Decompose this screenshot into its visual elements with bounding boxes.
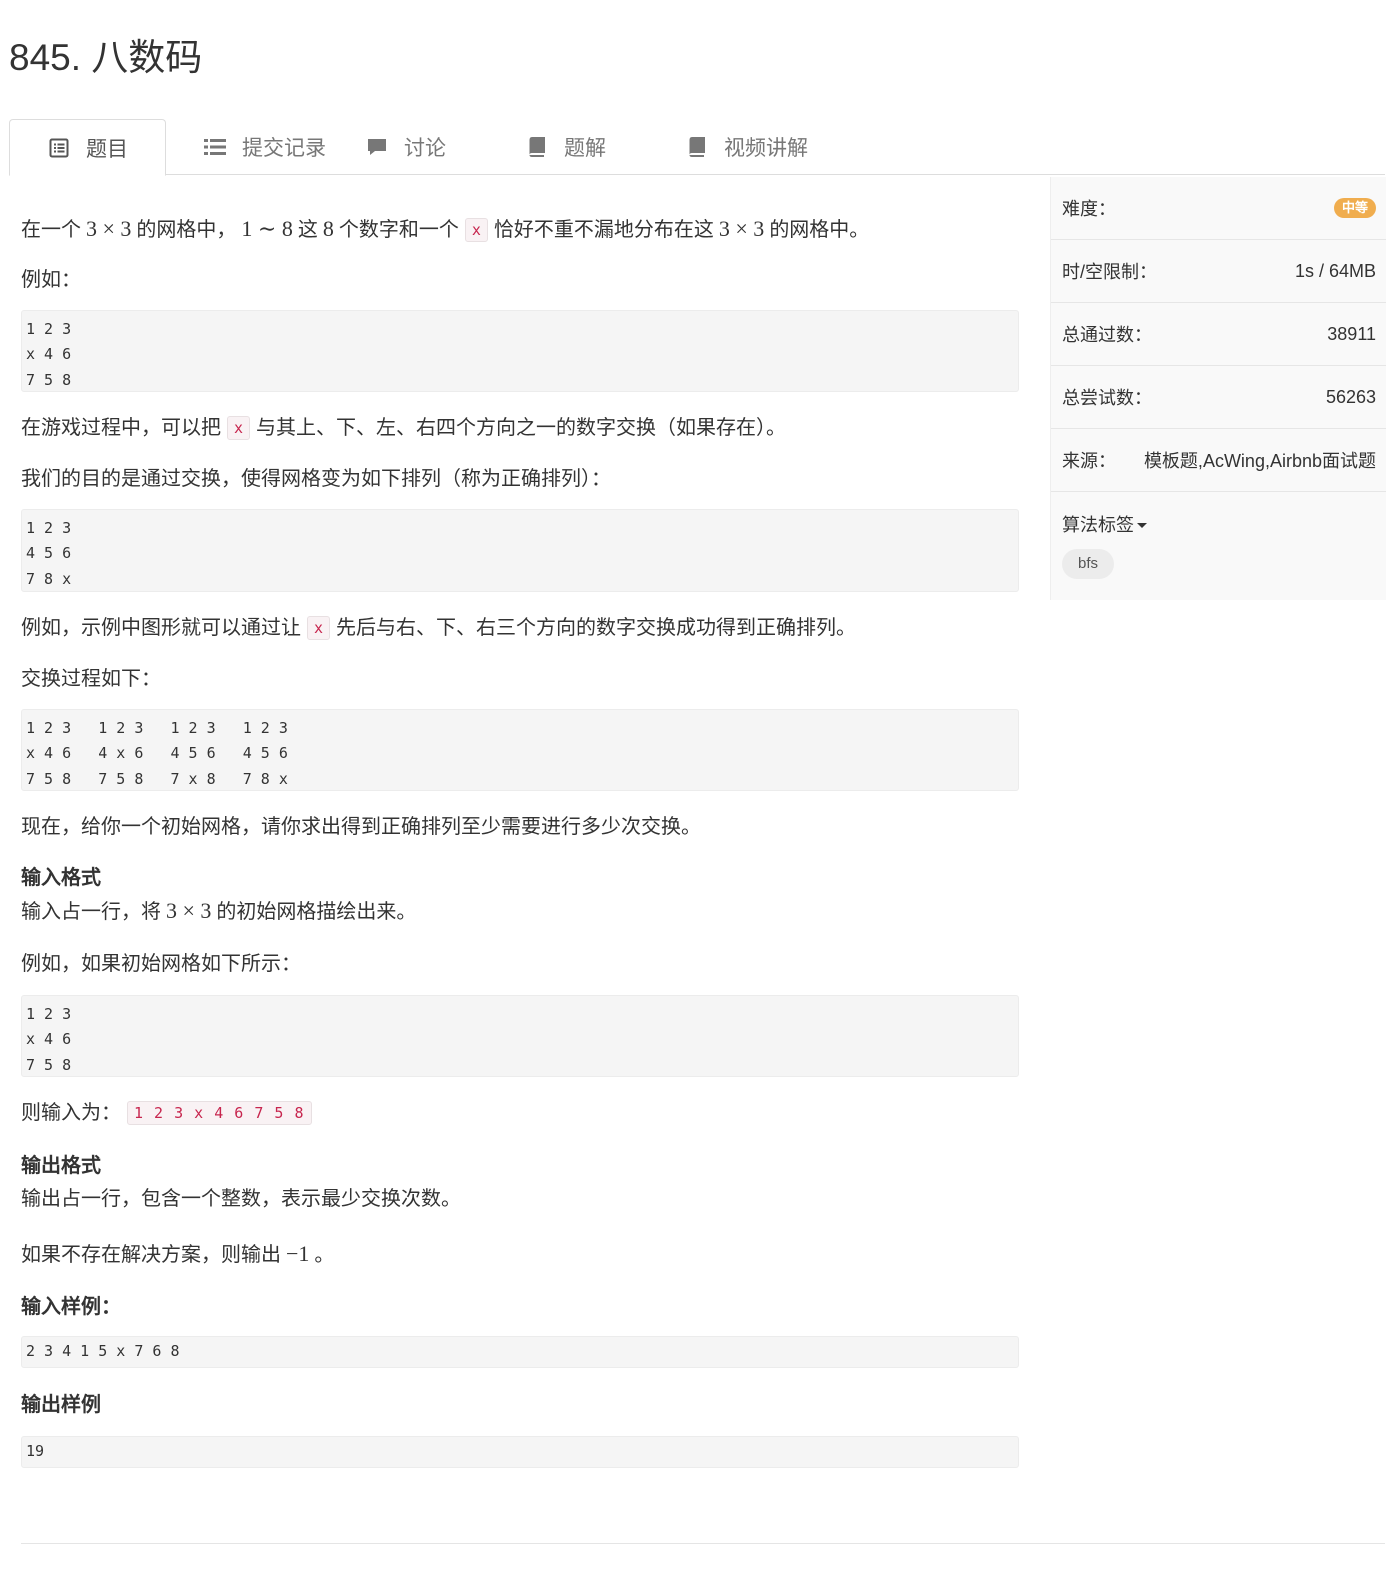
tags-label: 算法标签 (1062, 515, 1134, 535)
input-format-title: 输入格式 (21, 867, 101, 889)
math: 1 ∼ 8 (241, 216, 293, 241)
tab-label: 题解 (564, 137, 606, 160)
tag-bfs[interactable]: bfs (1062, 549, 1115, 579)
inline-code: x (227, 416, 251, 440)
tab-submissions[interactable]: 提交记录 (166, 119, 328, 175)
source-label: 来源： (1062, 451, 1116, 471)
example-label: 例如： (21, 269, 81, 291)
comment-icon (366, 136, 388, 158)
limits-row: 时/空限制： 1s / 64MB (1051, 240, 1386, 303)
tried-row: 总尝试数： 56263 (1051, 366, 1386, 429)
passed-label: 总通过数： (1062, 325, 1152, 345)
grid-example: 1 2 3 x 4 6 7 5 8 (21, 310, 1019, 392)
difficulty-label: 难度： (1062, 199, 1116, 219)
math: 3 × 3 (86, 216, 132, 241)
tab-problem[interactable]: 题目 (9, 119, 166, 176)
sample-output: 19 (21, 1436, 1019, 1468)
tab-solutions[interactable]: 题解 (488, 119, 648, 175)
divider (21, 1543, 1385, 1544)
math: 8 (322, 216, 334, 241)
difficulty-row: 难度： 中等 (1051, 177, 1386, 240)
input-is-paragraph: 则输入为： 1 2 3 x 4 6 7 5 8 (21, 1089, 1019, 1137)
passed-value: 38911 (1327, 323, 1376, 344)
caret-down-icon (1137, 523, 1147, 528)
problem-description: 在一个 3 × 3 的网格中， 1 ∼ 8 这 8 个数字和一个 x 恰好不重不漏地分布在这 3 … (21, 205, 1019, 1468)
tab-label: 题目 (86, 137, 128, 161)
book-icon (686, 136, 708, 158)
tab-label: 视频讲解 (724, 137, 808, 160)
page-title: 845. 八数码 (9, 37, 203, 78)
source-row: 来源： 模板题,AcWing,Airbnb面试题 (1051, 429, 1386, 492)
goal-paragraph: 我们的目的是通过交换，使得网格变为如下排列（称为正确排列）： (21, 468, 611, 490)
intro-paragraph: 在一个 3 × 3 的网格中， 1 ∼ 8 这 8 个数字和一个 x 恰好不重不漏地分布在这 3 … (21, 216, 870, 242)
no-solution-paragraph: 如果不存在解决方案，则输出 −1。 (21, 1241, 335, 1266)
inline-code: x (307, 616, 331, 640)
tab-label: 讨论 (404, 137, 446, 160)
limits-label: 时/空限制： (1062, 262, 1158, 282)
math: 3 × 3 (166, 898, 212, 923)
input-example-label: 例如，如果初始网格如下所示： (21, 953, 301, 975)
problem-tabs: 题目 提交记录 讨论 题解 视频讲解 (9, 119, 1385, 176)
limits-value: 1s / 64MB (1294, 260, 1376, 281)
math: 3 × 3 (718, 216, 765, 241)
sample-input-title: 输入样例： (21, 1296, 121, 1318)
output-format-title: 输出格式 (21, 1155, 101, 1177)
grid-target: 1 2 3 4 5 6 7 8 x (21, 509, 1019, 592)
tried-value: 56263 (1325, 386, 1376, 407)
list-alt-icon (48, 137, 70, 159)
input-format-paragraph: 输入占一行，将 3 × 3 的初始网格描绘出来。 (21, 898, 417, 923)
sample-input: 2 3 4 1 5 x 7 6 8 (21, 1336, 1019, 1368)
task-paragraph: 现在，给你一个初始网格，请你求出得到正确排列至少需要进行多少次交换。 (21, 816, 701, 838)
math: −1 (286, 1241, 310, 1266)
problem-sidebar: 难度： 中等 时/空限制： 1s / 64MB 总通过数： 38911 总尝试数… (1050, 177, 1386, 600)
grid-process: 1 2 3 1 2 3 1 2 3 1 2 3 x 4 6 4 x 6 4 5 … (21, 709, 1019, 791)
grid-input-example: 1 2 3 x 4 6 7 5 8 (21, 995, 1019, 1077)
inline-code: 1 2 3 x 4 6 7 5 8 (127, 1101, 312, 1125)
book-icon (526, 136, 548, 158)
source-value[interactable]: 模板题,AcWing,Airbnb面试题 (1144, 447, 1376, 473)
example-desc-paragraph: 例如，示例中图形就可以通过让 x 先后与右、下、右三个方向的数字交换成功得到正确排列… (21, 616, 857, 640)
tab-video[interactable]: 视频讲解 (648, 119, 828, 175)
tab-discussion[interactable]: 讨论 (328, 119, 488, 175)
list-icon (204, 136, 226, 158)
sample-output-title: 输出样例 (21, 1394, 101, 1416)
tags-toggle[interactable]: 算法标签 (1062, 511, 1147, 537)
tab-label: 提交记录 (242, 137, 326, 160)
passed-row: 总通过数： 38911 (1051, 303, 1386, 366)
swap-rule-paragraph: 在游戏过程中，可以把 x 与其上、下、左、右四个方向之一的数字交换（如果存在）。 (21, 416, 787, 440)
difficulty-badge: 中等 (1333, 198, 1376, 218)
output-format-paragraph: 输出占一行，包含一个整数，表示最少交换次数。 (21, 1188, 461, 1210)
inline-code: x (464, 218, 488, 242)
process-label: 交换过程如下： (21, 668, 161, 690)
tried-label: 总尝试数： (1062, 388, 1152, 408)
